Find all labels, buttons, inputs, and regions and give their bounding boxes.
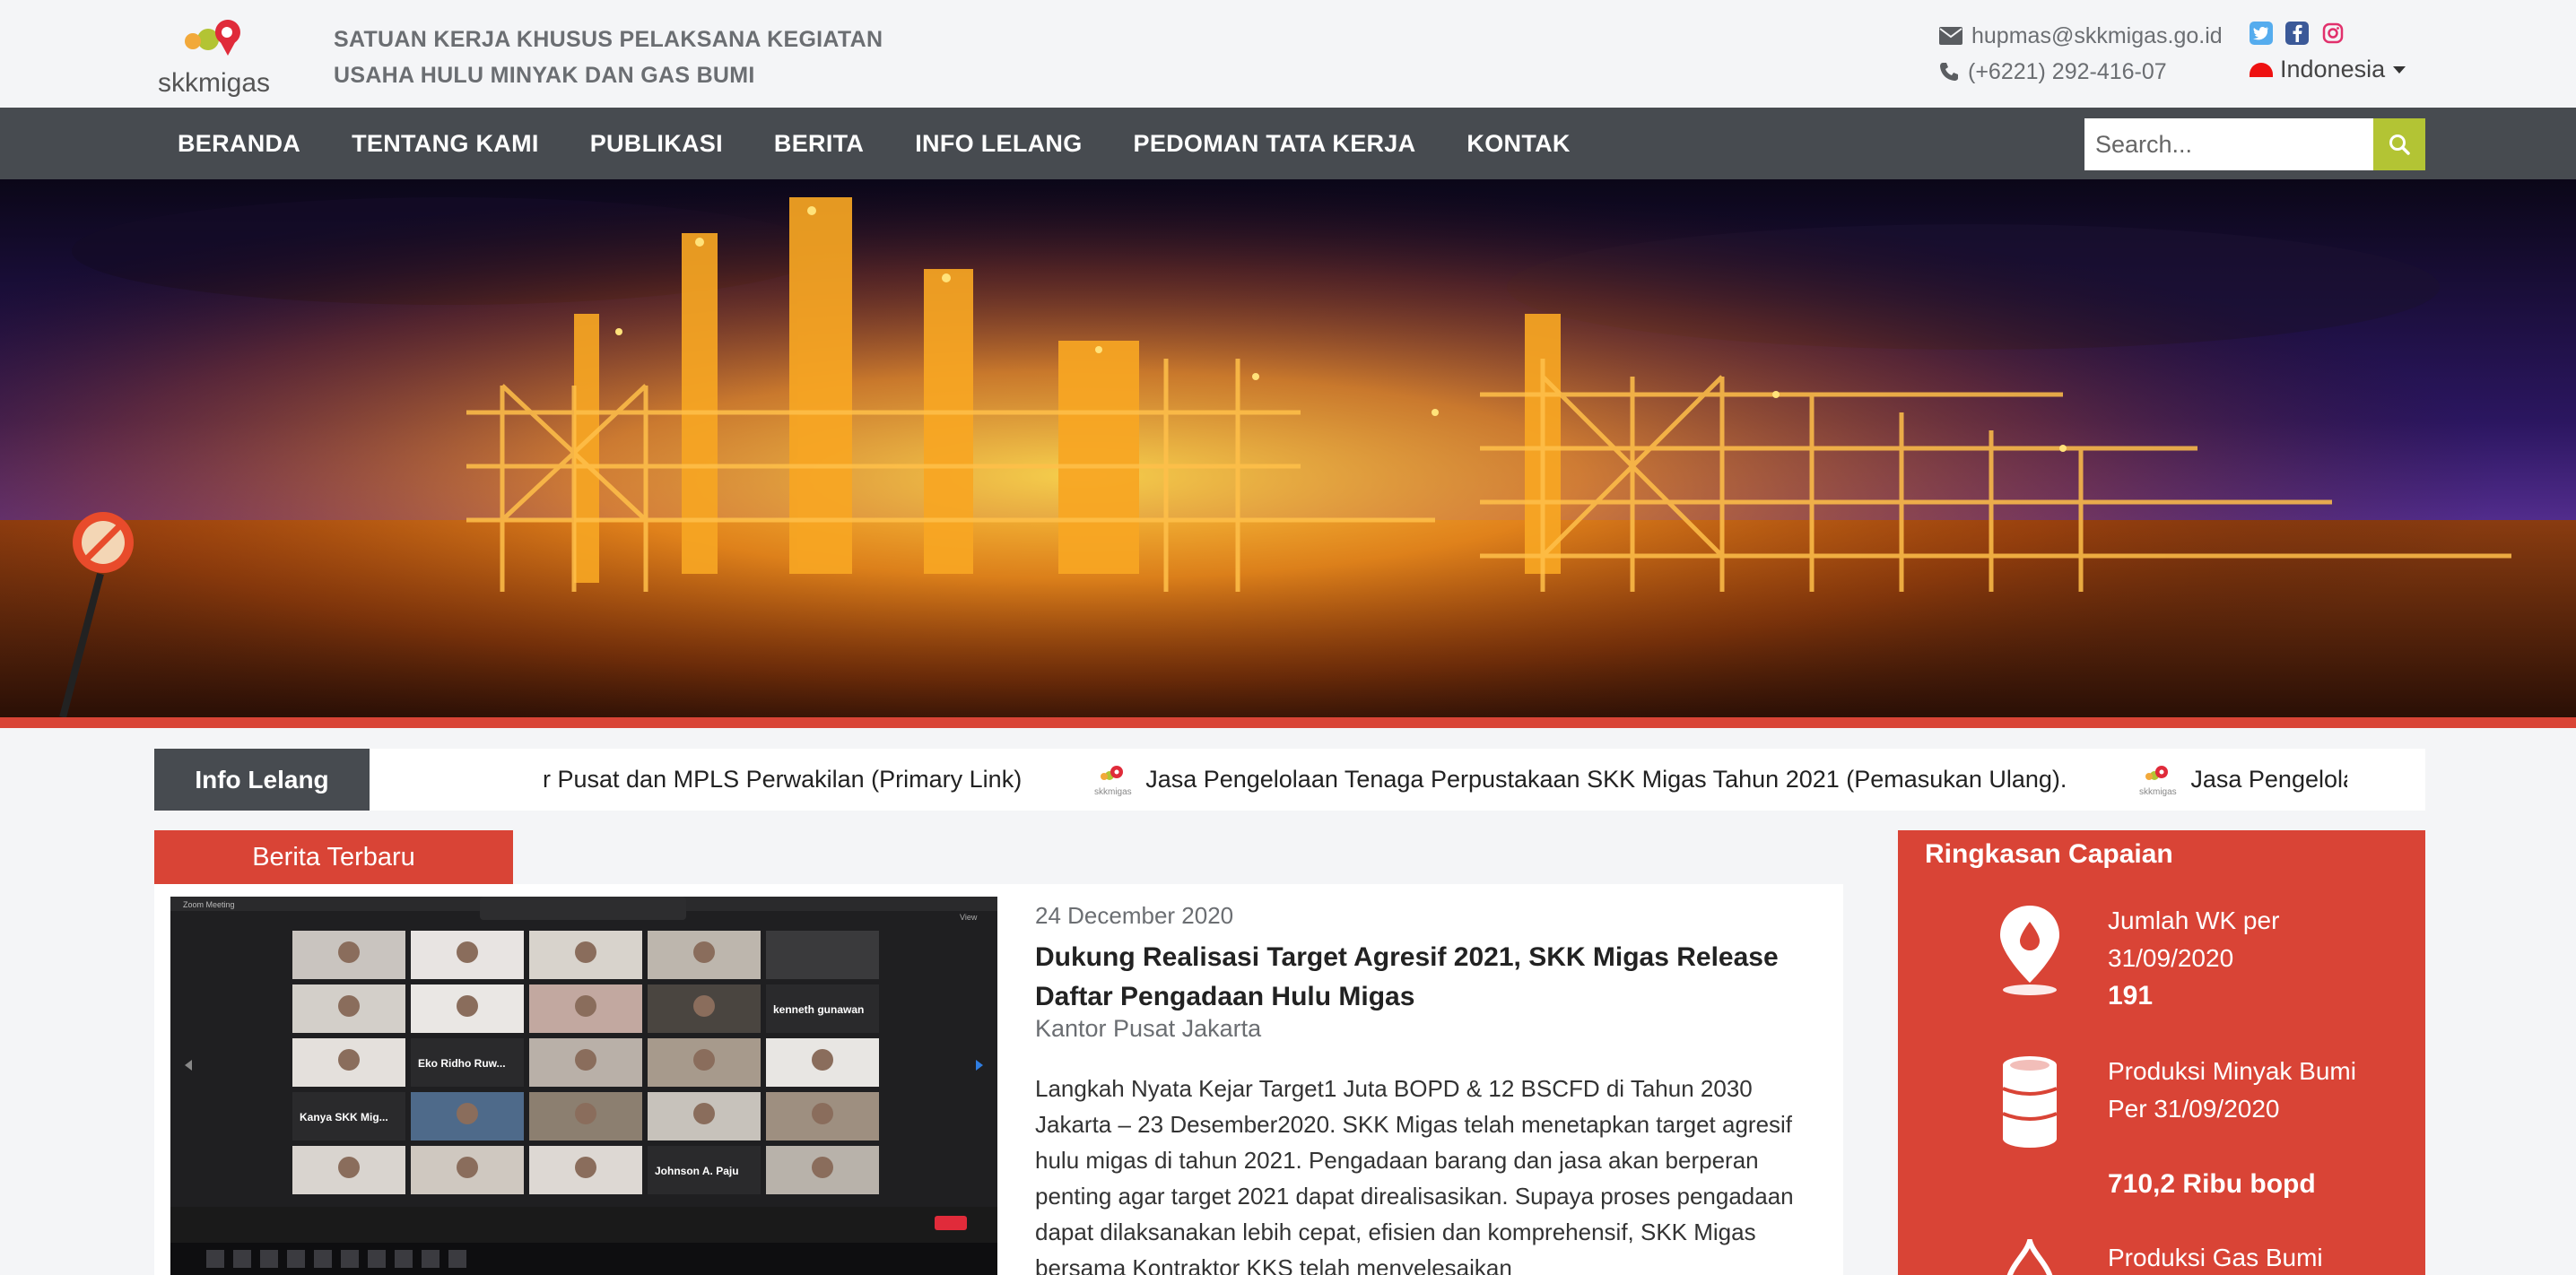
svg-text:skkmigas: skkmigas [2139, 787, 2177, 797]
indonesia-flag-icon [2250, 62, 2273, 77]
news-card[interactable]: Zoom Meeting View kenneth gunawan Eko Ri… [154, 884, 1843, 1275]
ticker-label: Info Lelang [154, 749, 370, 811]
hero-banner-image [0, 179, 2576, 717]
nav-item-tentang-kami[interactable]: TENTANG KAMI [352, 130, 539, 158]
ticker-item-text[interactable]: r Pusat dan MPLS Perwakilan (Primary Lin… [543, 766, 1022, 794]
org-name-line-1: SATUAN KERJA KHUSUS PELAKSANA KEGIATAN [334, 27, 883, 52]
nav-item-info-lelang[interactable]: INFO LELANG [915, 130, 1082, 158]
summary-title: Ringkasan Capaian [1925, 839, 2173, 869]
news-title[interactable]: Dukung Realisasi Target Agresif 2021, SK… [1035, 938, 1824, 1017]
top-header: skkmigas SATUAN KERJA KHUSUS PELAKSANA K… [0, 0, 2576, 108]
zoom-view-label: View [960, 913, 978, 922]
nav-item-berita[interactable]: BERITA [774, 130, 864, 158]
ticker-item[interactable]: r Pusat dan MPLS Perwakilan (Primary Lin… [543, 766, 1022, 794]
search-input[interactable] [2084, 118, 2373, 170]
nav-item-publikasi[interactable]: PUBLIKASI [590, 130, 723, 158]
search-icon [2389, 134, 2410, 155]
stat-label: Produksi Gas Bumi [2108, 1244, 2323, 1271]
search-button[interactable] [2373, 118, 2425, 170]
news-excerpt: Langkah Nyata Kejar Target1 Juta BOPD & … [1035, 1075, 1794, 1275]
phone-number: (+6221) 292-416-07 [1968, 59, 2167, 84]
participant-name: kenneth gunawan [773, 1003, 864, 1016]
ticker-track: r Pusat dan MPLS Perwakilan (Primary Lin… [370, 749, 2347, 811]
language-label: Indonesia [2280, 56, 2386, 82]
summary-panel: Ringkasan Capaian Jumlah WK per 31/09/20… [1898, 830, 2425, 1275]
news-location: Kantor Pusat Jakarta [1035, 1015, 1262, 1042]
stat-label: Jumlah WK per 31/09/2020 [2108, 906, 2280, 972]
ticker-item-text[interactable]: Jasa Pengelolaan Admi [2190, 766, 2347, 794]
stat-label: Produksi Minyak Bumi Per 31/09/2020 [2108, 1057, 2356, 1123]
gas-flame-icon [1980, 1239, 2079, 1275]
nav-item-pedoman-tata-kerja[interactable]: PEDOMAN TATA KERJA [1134, 130, 1416, 158]
logo-text: skkmigas [158, 68, 270, 98]
social-links [2250, 22, 2345, 45]
phone-icon [1940, 63, 1958, 81]
search-box [2084, 118, 2425, 170]
map-pin-drop-icon [1980, 900, 2079, 999]
facebook-icon[interactable] [2285, 22, 2309, 45]
organization-name: SATUAN KERJA KHUSUS PELAKSANA KEGIATAN U… [334, 22, 883, 93]
phone-row: (+6221) 292-416-07 [1939, 54, 2223, 90]
ticker-item-text[interactable]: Jasa Pengelolaan Tenaga Perpustakaan SKK… [1145, 766, 2067, 794]
participant-name: Johnson A. Paju [655, 1165, 739, 1177]
news-thumbnail[interactable]: Zoom Meeting View kenneth gunawan Eko Ri… [170, 897, 997, 1275]
skkmigas-logo-icon: skkmigas [2139, 765, 2177, 797]
envelope-icon [1939, 27, 1962, 45]
skkmigas-logo[interactable]: skkmigas [154, 9, 293, 99]
news-date: 24 December 2020 [1035, 902, 1234, 929]
stat-value: 191 [2108, 981, 2154, 1010]
caret-down-icon [2393, 65, 2406, 74]
twitter-icon[interactable] [2250, 22, 2273, 45]
ticker-items: r Pusat dan MPLS Perwakilan (Primary Lin… [543, 749, 2347, 811]
hero-accent-stripe [0, 717, 2576, 728]
contact-info: hupmas@skkmigas.go.id (+6221) 292-416-07 [1939, 18, 2223, 90]
org-name-line-2: USAHA HULU MINYAK DAN GAS BUMI [334, 63, 755, 88]
email-row[interactable]: hupmas@skkmigas.go.id [1939, 18, 2223, 54]
nav-menu: BERANDA TENTANG KAMI PUBLIKASI BERITA IN… [178, 108, 1571, 179]
ticker-item[interactable]: skkmigas Jasa Pengelolaan Admi [2138, 763, 2347, 797]
info-lelang-ticker: Info Lelang r Pusat dan MPLS Perwakilan … [154, 749, 2425, 811]
news-section-tab[interactable]: Berita Terbaru [154, 830, 513, 884]
email-link[interactable]: hupmas@skkmigas.go.id [1971, 18, 2223, 54]
participant-name: Eko Ridho Ruw... [418, 1057, 506, 1070]
svg-text:skkmigas: skkmigas [1094, 787, 1132, 797]
instagram-icon[interactable] [2321, 22, 2345, 45]
nav-item-beranda[interactable]: BERANDA [178, 130, 300, 158]
participant-name: Kanya SKK Mig... [300, 1111, 388, 1123]
language-selector[interactable]: Indonesia [2250, 56, 2406, 83]
stat-value: 710,2 Ribu bopd [2108, 1169, 2316, 1199]
skkmigas-logo-icon: skkmigas [1094, 765, 1132, 797]
ticker-item[interactable]: skkmigas Jasa Pengelolaan Tenaga Perpust… [1093, 763, 2067, 797]
oil-barrel-icon [1980, 1053, 2079, 1151]
nav-item-kontak[interactable]: KONTAK [1466, 130, 1570, 158]
zoom-title: Zoom Meeting [183, 900, 235, 909]
